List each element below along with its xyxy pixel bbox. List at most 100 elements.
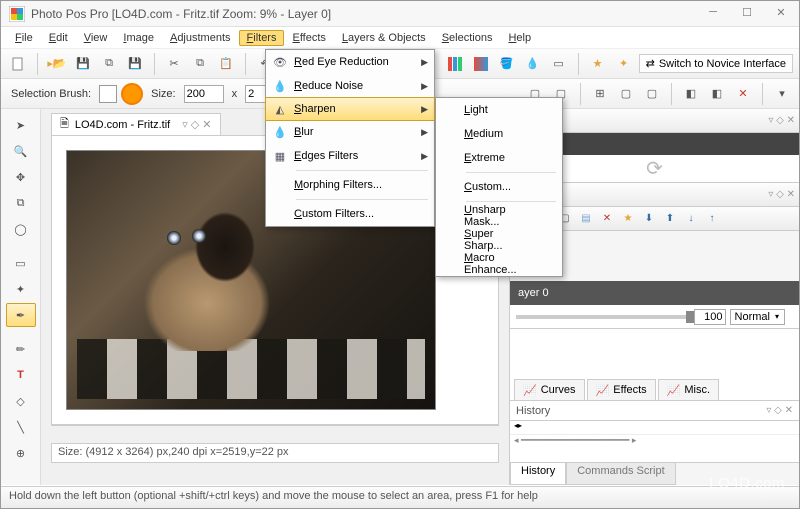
tab-effects[interactable]: 📈Effects xyxy=(587,379,656,400)
eyedropper-tool[interactable]: ✒ xyxy=(6,303,36,327)
line-tool[interactable]: ╲ xyxy=(6,415,36,439)
watermark: LO4D.com xyxy=(709,475,785,492)
drop2-icon[interactable]: 💧 xyxy=(522,53,544,75)
filters-item-custom-filters-[interactable]: Custom Filters... xyxy=(266,202,434,226)
size-label: Size: xyxy=(151,88,175,100)
opt-x-icon[interactable]: ✕ xyxy=(732,83,754,105)
menu-filters[interactable]: Filters xyxy=(239,30,285,46)
chevron-down-icon[interactable]: ▾ xyxy=(771,83,793,105)
tab-misc[interactable]: 📈Misc. xyxy=(658,379,719,400)
minimize-button[interactable]: ─ xyxy=(703,6,723,22)
gradient-icon[interactable] xyxy=(470,53,492,75)
menu-help[interactable]: Help xyxy=(500,30,539,46)
layer-btn-8[interactable]: ⬆ xyxy=(661,210,679,228)
layer-btn-4[interactable]: ▤ xyxy=(577,210,595,228)
menu-view[interactable]: View xyxy=(76,30,116,46)
new-icon[interactable] xyxy=(7,53,29,75)
switch-icon: ⇄ xyxy=(646,57,655,70)
canvas-status: Size: (4912 x 3264) px,240 dpi x=2519,y=… xyxy=(51,443,499,463)
brush-shape-square[interactable] xyxy=(99,85,117,103)
zoom-tool[interactable]: 🔍 xyxy=(6,139,36,163)
brush-shape-round[interactable] xyxy=(121,83,143,105)
tab-icon: 📈 xyxy=(523,384,537,397)
opt-g-icon[interactable]: ◧ xyxy=(706,83,728,105)
panel2-menu-icon[interactable]: ▿ ◇ ✕ xyxy=(768,189,795,200)
size-width-input[interactable] xyxy=(184,85,224,103)
wand-icon[interactable]: ✦ xyxy=(613,53,635,75)
save-icon[interactable]: 💾 xyxy=(72,53,94,75)
opacity-input[interactable] xyxy=(694,309,726,325)
opacity-slider[interactable] xyxy=(516,315,690,319)
horizontal-scrollbar[interactable] xyxy=(51,425,499,441)
copy-icon[interactable]: ⧉ xyxy=(98,53,120,75)
menu-image[interactable]: Image xyxy=(115,30,162,46)
filters-item-sharpen[interactable]: ◭Sharpen▶ xyxy=(265,97,435,121)
bottom-tab-history[interactable]: History xyxy=(510,463,566,485)
menu-effects[interactable]: Effects xyxy=(284,30,333,46)
star-icon[interactable]: ★ xyxy=(587,53,609,75)
panel-menu-icon[interactable]: ▿ ◇ ✕ xyxy=(768,115,795,126)
rect-icon[interactable]: ▭ xyxy=(548,53,570,75)
menu-adjustments[interactable]: Adjustments xyxy=(162,30,239,46)
sharpen-item-extreme[interactable]: Extreme xyxy=(436,146,562,170)
pointer-tool[interactable]: ➤ xyxy=(6,113,36,137)
sharpen-item-light[interactable]: Light xyxy=(436,98,562,122)
app-icon xyxy=(9,6,25,22)
opt-d-icon[interactable]: ▢ xyxy=(615,83,637,105)
shape-tool[interactable]: ◇ xyxy=(6,389,36,413)
move-tool[interactable]: ✥ xyxy=(6,165,36,189)
switch-interface-button[interactable]: ⇄ Switch to Novice Interface xyxy=(639,54,793,73)
document-tab[interactable]: 🗎 LO4D.com - Fritz.tif ▿ ◇ ✕ xyxy=(51,113,221,135)
tool-palette: ➤ 🔍 ✥ ⧉ ◯ ▭ ✦ ✒ ✏ T ◇ ╲ ⊕ xyxy=(1,109,41,485)
maximize-button[interactable]: ☐ xyxy=(737,6,757,22)
close-button[interactable]: ✕ xyxy=(771,6,791,22)
palette-icon[interactable] xyxy=(444,53,466,75)
crop-tool[interactable]: ⧉ xyxy=(6,191,36,215)
doc-menu-icon[interactable]: ▿ ◇ ✕ xyxy=(182,118,211,131)
copy2-icon[interactable]: ⧉ xyxy=(189,53,211,75)
saveas-icon[interactable]: 💾 xyxy=(124,53,146,75)
history-menu-icon[interactable]: ▿ ◇ ✕ xyxy=(766,405,793,416)
wand-tool[interactable]: ✦ xyxy=(6,277,36,301)
sharpen-item-super-sharp-[interactable]: Super Sharp... xyxy=(436,228,562,252)
layer-btn-6[interactable]: ★ xyxy=(619,210,637,228)
layer-btn-5[interactable]: ✕ xyxy=(598,210,616,228)
opt-c-icon[interactable]: ⊞ xyxy=(589,83,611,105)
layer-btn-7[interactable]: ⬇ xyxy=(640,210,658,228)
cut-icon[interactable]: ✂ xyxy=(163,53,185,75)
layer-btn-10[interactable]: ↑ xyxy=(703,210,721,228)
sharpen-item-unsharp-mask-[interactable]: Unsharp Mask... xyxy=(436,204,562,228)
filters-item-blur[interactable]: 💧Blur▶ xyxy=(266,120,434,144)
layer-btn-9[interactable]: ↓ xyxy=(682,210,700,228)
filters-item-reduce-noise[interactable]: 💧Reduce Noise▶ xyxy=(266,74,434,98)
brush-tool[interactable]: ✏ xyxy=(6,337,36,361)
tab-icon: 📈 xyxy=(667,384,681,397)
opt-f-icon[interactable]: ◧ xyxy=(680,83,702,105)
grid-icon: ▦ xyxy=(266,150,294,163)
clone-tool[interactable]: ⊕ xyxy=(6,441,36,465)
text-tool[interactable]: T xyxy=(6,363,36,387)
menu-layers-objects[interactable]: Layers & Objects xyxy=(334,30,434,46)
tab-curves[interactable]: 📈Curves xyxy=(514,379,585,400)
bottom-tab-commands-script[interactable]: Commands Script xyxy=(566,463,675,485)
open-icon[interactable]: ▸📂 xyxy=(46,53,68,75)
menu-edit[interactable]: Edit xyxy=(41,30,76,46)
refresh-icon[interactable]: ⟳ xyxy=(646,156,663,181)
filters-item-red-eye-reduction[interactable]: 👁Red Eye Reduction▶ xyxy=(266,50,434,74)
paste-icon[interactable]: 📋 xyxy=(215,53,237,75)
opt-e-icon[interactable]: ▢ xyxy=(641,83,663,105)
sharpen-item-custom-[interactable]: Custom... xyxy=(436,175,562,199)
filters-item-morphing-filters-[interactable]: Morphing Filters... xyxy=(266,173,434,197)
menu-file[interactable]: File xyxy=(7,30,41,46)
lasso-tool[interactable]: ◯ xyxy=(6,217,36,241)
marquee-tool[interactable]: ▭ xyxy=(6,251,36,275)
menu-selections[interactable]: Selections xyxy=(434,30,501,46)
bucket-icon[interactable]: 🪣 xyxy=(496,53,518,75)
filters-item-edges-filters[interactable]: ▦Edges Filters▶ xyxy=(266,144,434,168)
sharpen-item-macro-enhance-[interactable]: Macro Enhance... xyxy=(436,252,562,276)
blend-mode-select[interactable]: Normal xyxy=(730,309,785,325)
sharpen-item-medium[interactable]: Medium xyxy=(436,122,562,146)
layer-row[interactable]: ayer 0 xyxy=(510,281,799,305)
brush-label: Selection Brush: xyxy=(11,88,91,100)
drop-icon: 💧 xyxy=(266,126,294,139)
